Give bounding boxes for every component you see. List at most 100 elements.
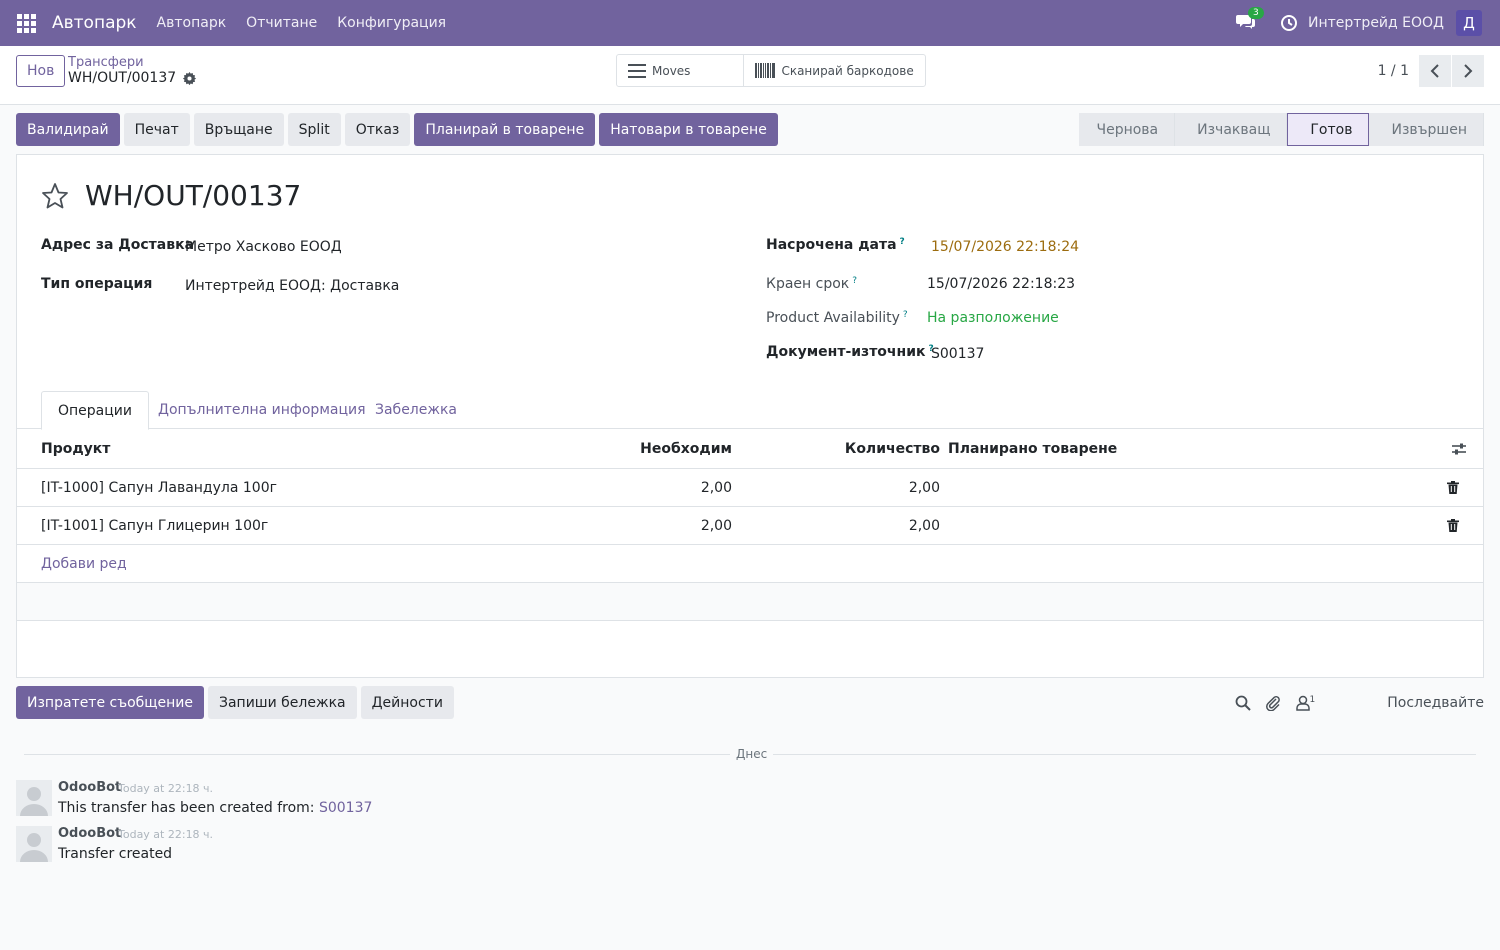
- column-quantity[interactable]: Количество: [845, 429, 940, 468]
- operation-type-label: Тип операция: [41, 276, 153, 292]
- menu-fleet[interactable]: Автопарк: [157, 15, 227, 31]
- apps-grid-icon: [16, 13, 36, 33]
- row-product[interactable]: [IT-1001] Сапун Глицерин 100г: [41, 507, 268, 544]
- column-planned-loading[interactable]: Планирано товарене: [948, 429, 1117, 468]
- chevron-right-icon: [1464, 64, 1473, 78]
- followers-count: 1: [1309, 694, 1316, 705]
- message-body: This transfer has been created from: S00…: [58, 800, 373, 816]
- message-author[interactable]: OdooBot: [58, 780, 121, 795]
- table-header: Продукт Необходим Количество Планирано т…: [17, 429, 1483, 469]
- follow-button[interactable]: Последвайте: [1387, 695, 1484, 711]
- source-document-link[interactable]: S00137: [319, 800, 372, 816]
- return-button[interactable]: Връщане: [193, 113, 284, 146]
- source-document-label: Документ-източник?: [766, 344, 934, 360]
- date-divider-label: Днес: [730, 747, 774, 761]
- row-needed[interactable]: 2,00: [701, 507, 732, 544]
- company-switcher[interactable]: Интертрейд ЕООД: [1308, 15, 1444, 31]
- load-button[interactable]: Натовари в товарене: [599, 113, 778, 146]
- trash-icon: [1447, 481, 1459, 494]
- source-document-field[interactable]: S00137: [931, 346, 984, 362]
- messaging-button[interactable]: 3: [1236, 7, 1264, 33]
- activities-button[interactable]: Дейности: [360, 686, 454, 719]
- followers-button[interactable]: 1: [1295, 694, 1316, 711]
- chevron-left-icon: [1430, 64, 1439, 78]
- person-silhouette-icon: [16, 826, 52, 862]
- scheduled-date-label: Насрочена дата?: [766, 237, 905, 253]
- stage-ready[interactable]: Готов: [1287, 113, 1370, 146]
- form-statusbar: Валидирай Печат Връщане Split Отказ План…: [16, 113, 1484, 146]
- column-needed[interactable]: Необходим: [640, 429, 732, 468]
- row-needed[interactable]: 2,00: [701, 469, 732, 506]
- chatter-message: OdooBot Today at 22:18 ч. This transfer …: [16, 780, 916, 820]
- moves-button[interactable]: Moves: [617, 55, 743, 86]
- message-date: Today at 22:18 ч.: [118, 782, 214, 795]
- help-icon[interactable]: ?: [903, 310, 908, 320]
- tab-operations[interactable]: Операции: [41, 391, 149, 430]
- stage-pipeline: Чернова Изчакващ Готов Извършен: [1079, 113, 1484, 146]
- breadcrumb-transfers[interactable]: Трансфери: [68, 55, 144, 70]
- pager-value[interactable]: 1 / 1: [1378, 63, 1409, 79]
- chatter-message: OdooBot Today at 22:18 ч. Transfer creat…: [16, 826, 916, 866]
- chatter-topbar: Изпратете съобщение Запиши бележка Дейно…: [16, 686, 1484, 719]
- scheduled-date-field[interactable]: 15/07/2026 22:18:24: [931, 239, 1079, 255]
- cancel-button[interactable]: Отказ: [344, 113, 411, 146]
- delete-row-button[interactable]: [1447, 507, 1459, 544]
- activity-clock-icon[interactable]: [1280, 14, 1298, 32]
- scan-barcodes-label: Сканирай баркодове: [781, 63, 914, 78]
- app-menu-button[interactable]: [0, 0, 52, 46]
- delivery-address-field[interactable]: Метро Хасково ЕООД: [185, 239, 342, 255]
- row-quantity[interactable]: 2,00: [909, 469, 940, 506]
- table-row[interactable]: [IT-1000] Сапун Лавандула 100г 2,00 2,00: [17, 469, 1483, 507]
- scan-barcodes-button[interactable]: Сканирай баркодове: [743, 55, 924, 86]
- messages-count-badge: 3: [1248, 7, 1264, 19]
- user-avatar[interactable]: Д: [1456, 10, 1482, 36]
- tab-note[interactable]: Забележка: [359, 391, 473, 429]
- delete-row-button[interactable]: [1447, 469, 1459, 506]
- product-availability-field: На разположение: [927, 310, 1059, 326]
- gear-icon[interactable]: [183, 71, 197, 85]
- barcode-icon: [755, 63, 776, 78]
- plan-loading-button[interactable]: Планирай в товарене: [414, 113, 596, 146]
- help-icon[interactable]: ?: [900, 237, 905, 247]
- record-title: WH/OUT/00137: [85, 179, 302, 212]
- menu-configuration[interactable]: Конфигурация: [337, 15, 446, 31]
- add-line-link[interactable]: Добави ред: [41, 545, 127, 582]
- new-record-button[interactable]: Нов: [16, 55, 66, 87]
- operation-type-field[interactable]: Интертрейд ЕООД: Доставка: [185, 278, 399, 294]
- stage-draft[interactable]: Чернова: [1079, 113, 1176, 146]
- message-author[interactable]: OdooBot: [58, 826, 121, 841]
- help-icon[interactable]: ?: [852, 276, 857, 286]
- pager-next-button[interactable]: [1452, 55, 1484, 87]
- list-icon: [628, 63, 646, 78]
- star-icon[interactable]: [41, 182, 69, 210]
- empty-row: [17, 583, 1483, 621]
- log-note-button[interactable]: Запиши бележка: [207, 686, 357, 719]
- optional-columns-toggle[interactable]: [1451, 429, 1467, 468]
- moves-label: Moves: [652, 63, 691, 78]
- table-row[interactable]: [IT-1001] Сапун Глицерин 100г 2,00 2,00: [17, 507, 1483, 545]
- paperclip-icon[interactable]: [1265, 695, 1281, 711]
- search-icon[interactable]: [1235, 695, 1251, 711]
- bot-avatar: [16, 826, 52, 862]
- app-brand[interactable]: Автопарк: [52, 13, 137, 33]
- bot-avatar: [16, 780, 52, 816]
- stage-waiting[interactable]: Изчакващ: [1175, 113, 1288, 146]
- stage-done[interactable]: Извършен: [1369, 113, 1484, 146]
- send-message-button[interactable]: Изпратете съобщение: [16, 686, 204, 719]
- delivery-address-label: Адрес за Доставка: [41, 237, 195, 253]
- trash-icon: [1447, 519, 1459, 532]
- row-quantity[interactable]: 2,00: [909, 507, 940, 544]
- sliders-icon: [1452, 443, 1466, 454]
- menu-reporting[interactable]: Отчитане: [246, 15, 317, 31]
- tab-additional-info[interactable]: Допълнителна информация: [142, 391, 382, 429]
- split-button[interactable]: Split: [287, 113, 341, 146]
- pager-previous-button[interactable]: [1419, 55, 1451, 87]
- row-product[interactable]: [IT-1000] Сапун Лавандула 100г: [41, 469, 277, 506]
- operations-table: Продукт Необходим Количество Планирано т…: [17, 429, 1483, 621]
- deadline-label: Краен срок?: [766, 276, 858, 292]
- column-product[interactable]: Продукт: [41, 429, 110, 468]
- validate-button[interactable]: Валидирай: [16, 113, 120, 146]
- print-button[interactable]: Печат: [123, 113, 190, 146]
- message-date: Today at 22:18 ч.: [118, 828, 214, 841]
- user-icon: [1295, 695, 1310, 711]
